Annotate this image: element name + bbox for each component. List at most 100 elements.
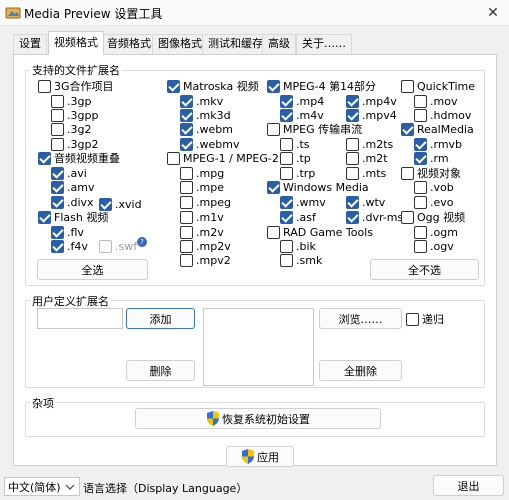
checkbox-mpv2-box: [180, 253, 193, 267]
checkbox-xvid-label: .xvid: [115, 197, 142, 211]
checkbox-mpv2[interactable]: .mpv2: [180, 253, 231, 267]
checkbox-wtv[interactable]: .wtv: [346, 195, 385, 209]
checkbox-trp[interactable]: .trp: [280, 166, 315, 180]
language-select[interactable]: 中文(简体): [4, 477, 80, 496]
checkbox-webmv-label: .webmv: [196, 137, 240, 151]
select-all-button[interactable]: 全选: [37, 259, 148, 280]
checkbox-rm[interactable]: .rm: [414, 151, 449, 165]
checkbox-3g-box: [38, 79, 51, 93]
checkbox-flash-box: [38, 210, 51, 224]
checkbox-mpeg-1-mpeg-2[interactable]: MPEG-1 / MPEG-2: [167, 151, 279, 165]
checkbox-mpeg[interactable]: .mpeg: [180, 195, 231, 209]
checkbox-m2t[interactable]: .m2t: [346, 151, 388, 165]
select-none-button[interactable]: 全不选: [370, 259, 479, 280]
checkbox-mk3d[interactable]: .mk3d: [180, 108, 231, 122]
checkbox-rad-game-tools[interactable]: RAD Game Tools: [267, 225, 373, 239]
tab-audio-formats[interactable]: 音频格式: [101, 34, 157, 54]
checkbox-mp4[interactable]: .mp4: [280, 94, 324, 108]
exit-button[interactable]: 退出: [433, 475, 504, 496]
checkbox-flash[interactable]: Flash 视频: [38, 210, 108, 224]
restore-defaults-label: 恢复系统初始设置: [222, 412, 310, 426]
checkbox-bik[interactable]: .bik: [280, 239, 316, 253]
checkbox-wmv[interactable]: .wmv: [280, 195, 326, 209]
custom-extensions-list[interactable]: [203, 308, 314, 386]
checkbox-m2ts[interactable]: .m2ts: [346, 137, 393, 151]
checkbox-3g2[interactable]: .3g2: [51, 122, 91, 136]
checkbox-3g[interactable]: 3G合作项目: [38, 79, 114, 93]
browse-button[interactable]: 浏览……: [319, 308, 402, 329]
checkbox-mts-label: .mts: [362, 166, 387, 180]
checkbox-divx[interactable]: .divx: [51, 195, 94, 209]
checkbox-avi[interactable]: .avi: [51, 166, 87, 180]
checkbox-mpeg-1-mpeg-2-box: [167, 151, 180, 165]
checkbox-mpeg[interactable]: MPEG 传输串流: [267, 122, 362, 136]
add-button[interactable]: 添加: [126, 308, 195, 329]
checkbox-mpg[interactable]: .mpg: [180, 166, 224, 180]
checkbox-evo-box: [414, 195, 427, 209]
checkbox-group-col1-5[interactable]: 音频视频重叠: [38, 151, 120, 165]
checkbox-ogg[interactable]: Ogg 视频: [401, 210, 465, 224]
checkbox-mov[interactable]: .mov: [414, 94, 457, 108]
help-icon[interactable]: ?: [137, 237, 147, 247]
checkbox-realmedia[interactable]: RealMedia: [401, 122, 474, 136]
checkbox-vob[interactable]: .vob: [414, 180, 454, 194]
checkbox-3gp2[interactable]: .3gp2: [51, 137, 98, 151]
checkbox-mpeg-box: [180, 195, 193, 209]
checkbox-amv[interactable]: .amv: [51, 180, 94, 194]
checkbox-wmv-label: .wmv: [296, 195, 326, 209]
apply-button[interactable]: 应用: [226, 446, 294, 467]
checkbox-m1v[interactable]: .m1v: [180, 210, 224, 224]
chevron-down-icon: [65, 484, 75, 490]
checkbox-evo[interactable]: .evo: [414, 195, 454, 209]
checkbox-dvr-ms[interactable]: .dvr-ms: [346, 210, 403, 224]
checkbox-mts[interactable]: .mts: [346, 166, 386, 180]
checkbox-m2v[interactable]: .m2v: [180, 225, 224, 239]
checkbox-webm[interactable]: .webm: [180, 122, 233, 136]
tab-advanced[interactable]: 高级: [262, 34, 296, 54]
checkbox-3gpp[interactable]: .3gpp: [51, 108, 98, 122]
checkbox-matroska[interactable]: Matroska 视频: [167, 79, 259, 93]
checkbox-webmv[interactable]: .webmv: [180, 137, 239, 151]
checkbox-dvr-ms-label: .dvr-ms: [362, 210, 404, 224]
checkbox-group-col4-6[interactable]: 视频对象: [401, 166, 461, 180]
checkbox-m4v[interactable]: .m4v: [280, 108, 324, 122]
checkbox-mpe[interactable]: .mpe: [180, 180, 224, 194]
checkbox-rad-game-tools-box: [267, 225, 280, 239]
checkbox-mkv[interactable]: .mkv: [180, 94, 223, 108]
tab-image-formats[interactable]: 图像格式: [152, 34, 208, 54]
delete-button[interactable]: 删除: [126, 360, 195, 381]
close-button[interactable]: ✕: [479, 1, 507, 25]
checkbox-ogv[interactable]: .ogv: [414, 239, 454, 253]
checkbox-asf[interactable]: .asf: [280, 210, 316, 224]
tab-settings[interactable]: 设置: [13, 34, 47, 54]
checkbox-3gp[interactable]: .3gp: [51, 94, 91, 108]
checkbox-windows-media-label: Windows Media: [283, 180, 369, 194]
checkbox-m2t-label: .m2t: [362, 151, 388, 165]
checkbox-mp4v[interactable]: .mp4v: [346, 94, 397, 108]
checkbox-f4v[interactable]: .f4v: [51, 239, 88, 253]
checkbox-ts[interactable]: .ts: [280, 137, 310, 151]
tab-about[interactable]: 关于……: [296, 34, 352, 54]
tab-test-cache[interactable]: 测试和缓存: [202, 34, 269, 54]
custom-extension-input[interactable]: [37, 308, 123, 329]
checkbox-hdmov[interactable]: .hdmov: [414, 108, 471, 122]
checkbox-tp[interactable]: .tp: [280, 151, 311, 165]
restore-defaults-button[interactable]: 恢复系统初始设置: [135, 408, 381, 429]
checkbox-avi-label: .avi: [67, 166, 87, 180]
checkbox-rmvb[interactable]: .rmvb: [414, 137, 462, 151]
checkbox-vob-box: [414, 180, 427, 194]
tab-video-formats[interactable]: 视频格式: [48, 31, 104, 55]
checkbox-mp2v[interactable]: .mp2v: [180, 239, 231, 253]
checkbox-windows-media[interactable]: Windows Media: [267, 180, 369, 194]
checkbox-flv[interactable]: .flv: [51, 225, 84, 239]
checkbox-recursive[interactable]: 递归: [406, 312, 444, 326]
checkbox-smk[interactable]: .smk: [280, 253, 322, 267]
checkbox-xvid[interactable]: .xvid: [99, 197, 142, 211]
checkbox-mpv4[interactable]: .mpv4: [346, 108, 397, 122]
delete-all-button[interactable]: 全删除: [319, 360, 402, 381]
checkbox-trp-box: [280, 166, 293, 180]
checkbox-mov-box: [414, 94, 427, 108]
checkbox-quicktime[interactable]: QuickTime: [401, 79, 475, 93]
checkbox-mpeg-4-14[interactable]: MPEG-4 第14部分: [267, 79, 376, 93]
checkbox-ogm[interactable]: .ogm: [414, 225, 458, 239]
